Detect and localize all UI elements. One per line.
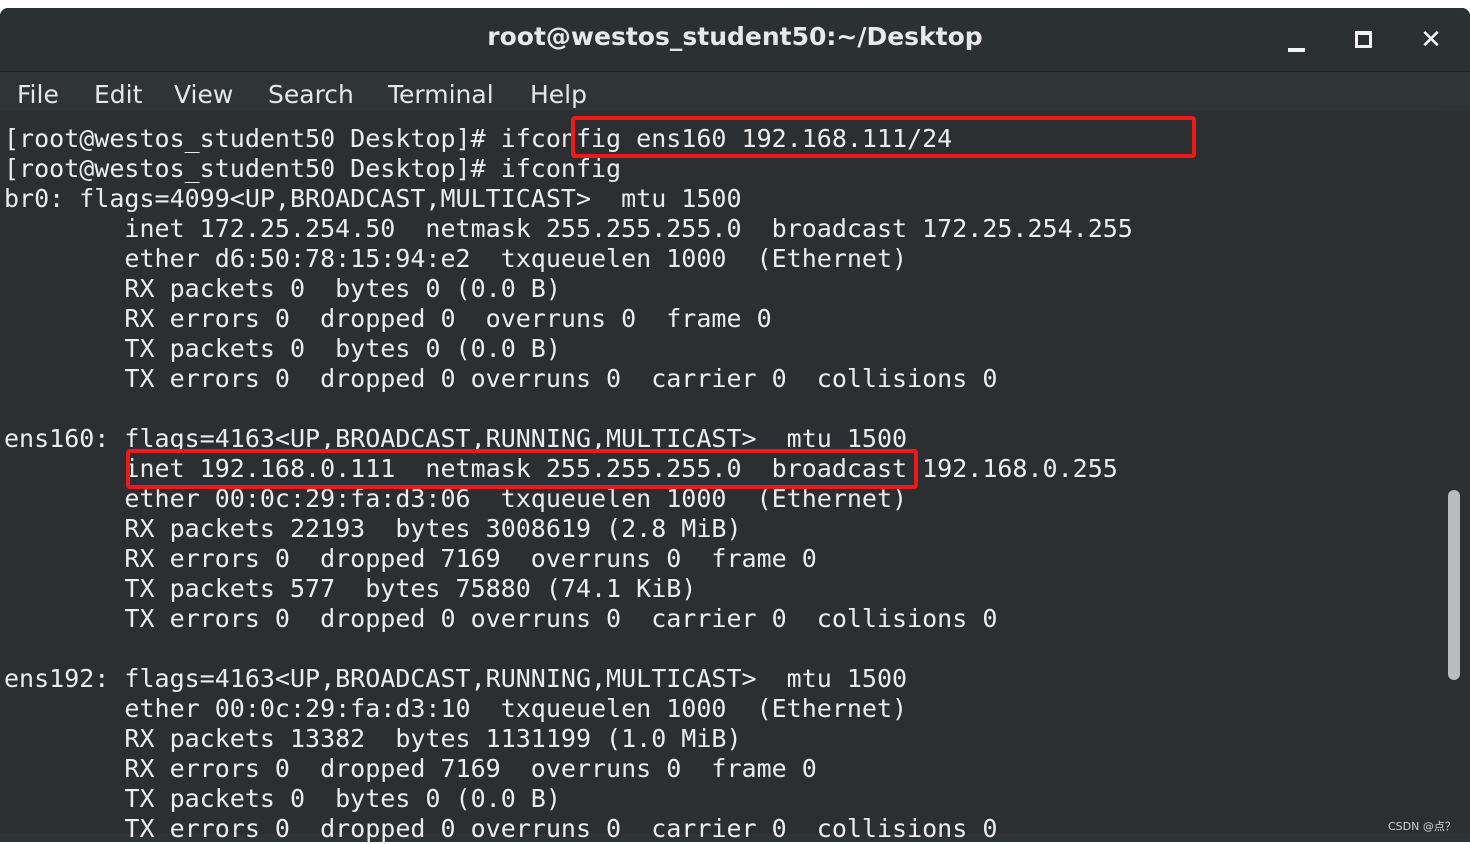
terminal-line: br0: flags=4099<UP,BROADCAST,MULTICAST> … — [4, 184, 742, 213]
menu-view[interactable]: View — [174, 80, 233, 109]
terminal-line: RX packets 0 bytes 0 (0.0 B) — [4, 274, 561, 303]
terminal-line: RX packets 13382 bytes 1131199 (1.0 MiB) — [4, 724, 742, 753]
terminal-line: RX errors 0 dropped 7169 overruns 0 fram… — [4, 544, 817, 573]
terminal-line: ether d6:50:78:15:94:e2 txqueuelen 1000 … — [4, 244, 908, 273]
terminal-line: TX errors 0 dropped 0 overruns 0 carrier… — [4, 814, 998, 843]
terminal-line: ether 00:0c:29:fa:d3:10 txqueuelen 1000 … — [4, 694, 908, 723]
terminal-line: TX packets 0 bytes 0 (0.0 B) — [4, 334, 561, 363]
menu-terminal[interactable]: Terminal — [388, 80, 494, 109]
terminal-line: [root@westos_student50 Desktop]# ifconfi… — [4, 154, 622, 183]
highlight-box-command — [571, 116, 1196, 158]
watermark-text: CSDN @点？ — [1388, 820, 1456, 833]
menu-help[interactable]: Help — [530, 80, 587, 109]
terminal-line: RX errors 0 dropped 0 overruns 0 frame 0 — [4, 304, 772, 333]
close-icon: ✕ — [1420, 25, 1442, 55]
close-button[interactable]: ✕ — [1413, 22, 1449, 58]
terminal-line: RX packets 22193 bytes 3008619 (2.8 MiB) — [4, 514, 742, 543]
terminal-line: RX errors 0 dropped 7169 overruns 0 fram… — [4, 754, 817, 783]
terminal-line: TX packets 577 bytes 75880 (74.1 KiB) — [4, 574, 697, 603]
highlight-box-inet — [126, 449, 918, 489]
minimize-button[interactable] — [1278, 22, 1314, 58]
terminal-line: TX errors 0 dropped 0 overruns 0 carrier… — [4, 364, 998, 393]
maximize-icon — [1355, 31, 1372, 48]
scrollbar-thumb[interactable] — [1448, 490, 1460, 680]
terminal-line: TX packets 0 bytes 0 (0.0 B) — [4, 784, 561, 813]
menu-search[interactable]: Search — [268, 80, 354, 109]
title-bar[interactable]: root@westos_student50:~/Desktop ✕ — [0, 8, 1470, 72]
menu-file[interactable]: File — [17, 80, 59, 109]
terminal-line: inet 172.25.254.50 netmask 255.255.255.0… — [4, 214, 1133, 243]
terminal-line: ens192: flags=4163<UP,BROADCAST,RUNNING,… — [4, 664, 908, 693]
menu-edit[interactable]: Edit — [94, 80, 142, 109]
terminal-line: TX errors 0 dropped 0 overruns 0 carrier… — [4, 604, 998, 633]
scrollbar-track[interactable] — [1442, 110, 1470, 834]
window-title: root@westos_student50:~/Desktop — [487, 22, 983, 51]
minimize-icon — [1288, 48, 1305, 52]
maximize-button[interactable] — [1345, 22, 1381, 58]
